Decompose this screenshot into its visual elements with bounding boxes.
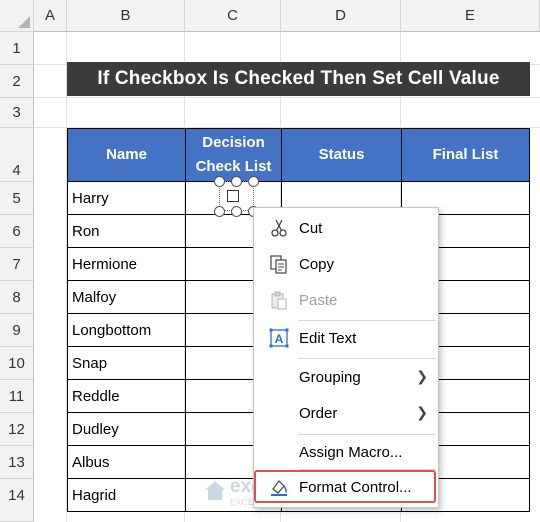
grid-line [34, 97, 540, 98]
menu-separator [298, 358, 436, 359]
column-header-d[interactable]: D [281, 0, 401, 32]
row-header-5[interactable]: 5 [0, 182, 34, 215]
name-cell[interactable]: Albus [67, 446, 186, 479]
menu-item-assign-macro[interactable]: Assign Macro... [254, 435, 438, 469]
column-header-c[interactable]: C [185, 0, 281, 32]
header-status: Status [281, 128, 402, 182]
name-cell[interactable]: Harry [67, 182, 186, 215]
menu-item-order[interactable]: Order ❯ [254, 396, 438, 430]
row-header-10[interactable]: 10 [0, 347, 34, 380]
header-decision: Decision Check List [185, 128, 282, 182]
resize-handle[interactable] [231, 176, 242, 187]
menu-item-cut-label: Cut [299, 219, 323, 237]
menu-item-paste[interactable]: Paste [254, 283, 438, 317]
format-control-icon [268, 476, 290, 498]
menu-item-format-control[interactable]: Format Control... [254, 470, 438, 504]
name-cell[interactable]: Snap [67, 347, 186, 380]
resize-handle[interactable] [231, 206, 242, 217]
copy-icon [268, 253, 290, 275]
resize-handle[interactable] [214, 176, 225, 187]
menu-item-cut[interactable]: Cut [254, 211, 438, 245]
name-cell[interactable]: Reddle [67, 380, 186, 413]
select-all-corner[interactable] [0, 0, 34, 32]
menu-item-grouping[interactable]: Grouping ❯ [254, 360, 438, 394]
exceldemy-logo-icon [205, 481, 225, 500]
chevron-right-icon: ❯ [416, 404, 428, 420]
name-cell[interactable]: Hagrid [67, 479, 186, 512]
row-header-13[interactable]: 13 [0, 446, 34, 479]
menu-item-format-control-label: Format Control... [299, 478, 412, 496]
column-header-e[interactable]: E [401, 0, 540, 32]
scissors-icon [268, 217, 290, 239]
text-box-icon: A [268, 327, 290, 349]
name-cell[interactable]: Longbottom [67, 314, 186, 347]
menu-item-copy-label: Copy [299, 255, 335, 273]
checkbox-control[interactable] [227, 190, 239, 202]
svg-text:A: A [275, 332, 284, 346]
menu-item-paste-label: Paste [299, 291, 338, 309]
menu-item-assign-macro-label: Assign Macro... [299, 443, 403, 461]
sheet-title: If Checkbox Is Checked Then Set Cell Val… [67, 62, 530, 96]
row-header-11[interactable]: 11 [0, 380, 34, 413]
name-cell[interactable]: Hermione [67, 248, 186, 281]
resize-handle[interactable] [214, 206, 225, 217]
row-header-12[interactable]: 12 [0, 413, 34, 446]
column-header-b[interactable]: B [67, 0, 185, 32]
menu-item-edit-text[interactable]: A Edit Text [254, 321, 438, 355]
column-header-a[interactable]: A [34, 0, 67, 32]
header-final: Final List [401, 128, 530, 182]
menu-item-edit-text-label: Edit Text [299, 329, 357, 347]
header-decision-line1: Decision [202, 134, 265, 151]
row-header-3[interactable]: 3 [0, 98, 34, 128]
name-cell[interactable]: Malfoy [67, 281, 186, 314]
menu-item-grouping-label: Grouping [299, 368, 361, 386]
context-menu: Cut Copy Paste A Edit Text Grouping ❯ Or… [253, 207, 439, 508]
clipboard-icon [268, 289, 290, 311]
row-header-7[interactable]: 7 [0, 248, 34, 281]
row-header-14[interactable]: 14 [0, 479, 34, 522]
row-header-9[interactable]: 9 [0, 314, 34, 347]
row-header-6[interactable]: 6 [0, 215, 34, 248]
chevron-right-icon: ❯ [416, 368, 428, 384]
menu-item-copy[interactable]: Copy [254, 247, 438, 281]
menu-item-order-label: Order [299, 404, 338, 422]
name-cell[interactable]: Dudley [67, 413, 186, 446]
row-header-2[interactable]: 2 [0, 65, 34, 98]
resize-handle[interactable] [248, 176, 259, 187]
row-header-8[interactable]: 8 [0, 281, 34, 314]
row-header-1[interactable]: 1 [0, 32, 34, 65]
name-cell[interactable]: Ron [67, 215, 186, 248]
row-header-4[interactable]: 4 [0, 128, 34, 182]
header-name: Name [67, 128, 186, 182]
